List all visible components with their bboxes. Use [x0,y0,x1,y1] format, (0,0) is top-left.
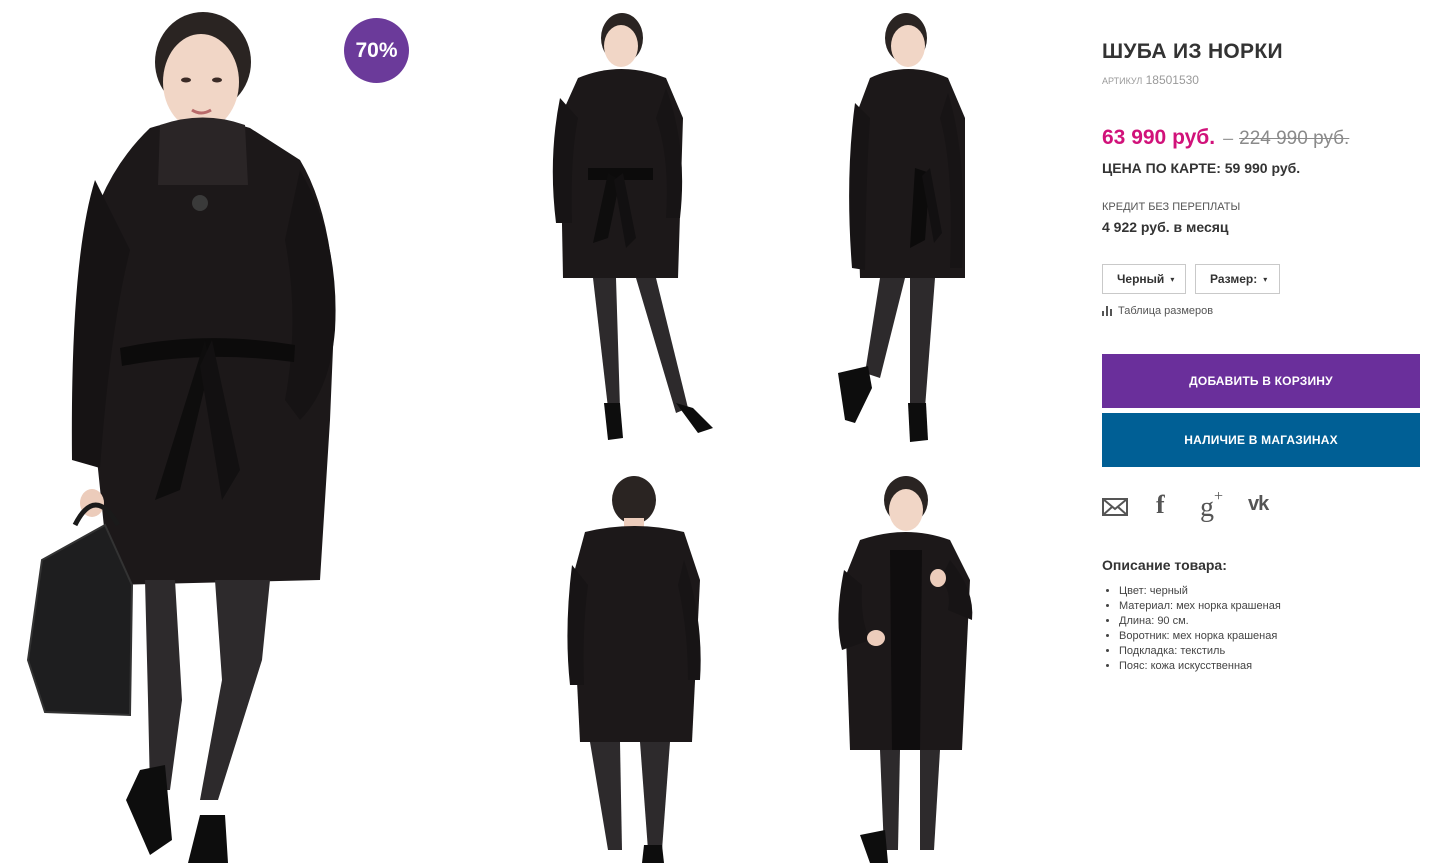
credit-label: КРЕДИТ БЕЗ ПЕРЕПЛАТЫ [1102,201,1241,213]
add-to-cart-button[interactable]: ДОБАВИТЬ В КОРЗИНУ [1102,354,1420,408]
product-title: ШУБА ИЗ НОРКИ [1102,40,1283,63]
color-select[interactable]: Черный ▾ [1102,264,1186,294]
thumbnail-image [567,476,701,863]
size-select-value: Размер: [1210,272,1258,286]
current-price: 63 990 руб. [1102,126,1216,149]
google-plus-g-glyph: g [1200,492,1214,523]
thumbnail-image [838,476,973,863]
chevron-down-icon: ▾ [1263,274,1268,284]
sku-label: артикул [1102,76,1143,86]
vk-icon[interactable]: vk [1248,493,1269,516]
main-product-photo[interactable] [0,0,420,863]
list-item: Длина: 90 см. [1119,614,1281,629]
thumbnail-image [838,13,965,442]
credit-monthly-payment: 4 922 руб. в месяц [1102,219,1229,235]
list-item: Материал: мех норка крашеная [1119,599,1281,614]
product-sku: артикул 18501530 [1102,73,1199,87]
list-item: Воротник: мех норка крашеная [1119,629,1281,644]
size-table-link[interactable]: Таблица размеров [1102,305,1213,317]
mail-icon[interactable] [1102,498,1128,521]
thumbnail-front-open[interactable] [830,470,980,863]
size-select[interactable]: Размер: ▾ [1195,264,1280,294]
description-title: Описание товара: [1102,557,1227,573]
price-separator: – [1223,128,1234,148]
discount-badge: 70% [344,18,409,83]
color-select-value: Черный [1117,272,1165,286]
thumbnail-back[interactable] [560,470,710,863]
size-table-label: Таблица размеров [1118,305,1214,317]
chevron-down-icon: ▾ [1170,274,1175,284]
google-plus-plus-glyph: + [1214,488,1224,505]
bar-chart-icon [1102,306,1113,316]
list-item: Подкладка: текстиль [1119,644,1281,659]
facebook-icon[interactable]: f [1156,490,1165,520]
model-in-fur-coat-image [26,12,336,863]
thumbnail-side-belted[interactable] [830,8,1005,448]
list-item: Пояс: кожа искусственная [1119,659,1281,674]
store-availability-button[interactable]: НАЛИЧИЕ В МАГАЗИНАХ [1102,413,1420,467]
card-price: ЦЕНА ПО КАРТЕ: 59 990 руб. [1102,160,1301,176]
description-list: Цвет: черный Материал: мех норка крашена… [1119,584,1281,674]
thumbnail-front-belted[interactable] [548,8,723,448]
sku-value: 18501530 [1145,73,1199,87]
thumbnail-image [552,13,713,440]
google-plus-icon[interactable]: g+ [1200,488,1223,524]
price-row: 63 990 руб. –224 990 руб. [1102,126,1349,150]
list-item: Цвет: черный [1119,584,1281,599]
old-price: 224 990 руб. [1239,128,1350,149]
